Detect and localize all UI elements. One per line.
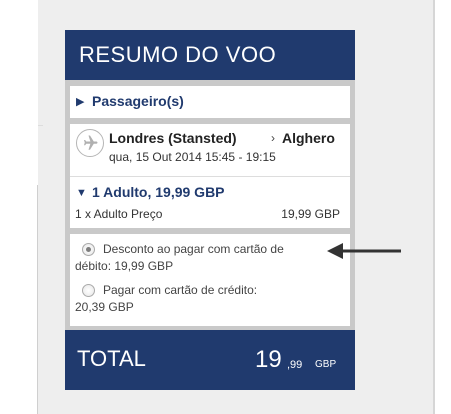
triangle-right-icon: ▶	[76, 96, 85, 108]
passengers-label: Passageiro(s)	[92, 93, 184, 109]
debit-radio[interactable]	[82, 243, 95, 256]
payment-options: Desconto ao pagar com cartão de débito: …	[70, 234, 350, 326]
total-label: TOTAL	[77, 346, 146, 371]
summary-title: RESUMO DO VOO	[79, 42, 277, 67]
credit-option-label[interactable]: Pagar com cartão de crédito:	[103, 282, 257, 298]
plane-icon	[76, 129, 104, 157]
route-chevron-icon: ›	[271, 131, 275, 145]
left-border	[37, 185, 38, 414]
total-amount-decimal: ,99	[287, 359, 303, 371]
scrollbar-edge	[433, 0, 435, 414]
fare-line-label: 1 x Adulto Preço	[75, 207, 163, 221]
fare-toggle[interactable]: 1 Adulto, 19,99 GBP	[92, 184, 225, 200]
flight-datetime: qua, 15 Out 2014 15:45 - 19:15	[109, 150, 276, 164]
total-currency: GBP	[315, 359, 337, 370]
summary-header: RESUMO DO VOO	[65, 30, 355, 80]
arrow-left-icon	[327, 243, 401, 259]
total-amount-integer: 19	[255, 346, 282, 373]
fare-line-price: 19,99 GBP	[281, 207, 340, 221]
passengers-toggle[interactable]: ▶ Passageiro(s)	[70, 86, 350, 118]
total-bar: TOTAL 19 ,99 GBP	[65, 330, 355, 390]
route-origin: Londres (Stansted)	[109, 130, 237, 146]
debit-option-price[interactable]: débito: 19,99 GBP	[75, 258, 173, 274]
route-destination: Alghero	[282, 130, 335, 146]
credit-radio[interactable]	[82, 284, 95, 297]
fare-section: ▼ 1 Adulto, 19,99 GBP 1 x Adulto Preço 1…	[70, 176, 350, 229]
divider	[38, 125, 43, 126]
triangle-down-icon[interactable]: ▼	[76, 187, 87, 199]
credit-option-price[interactable]: 20,39 GBP	[75, 299, 134, 315]
flight-details: Londres (Stansted) › Alghero qua, 15 Out…	[70, 124, 350, 228]
flight-summary-panel: RESUMO DO VOO ▶ Passageiro(s) Londres (S…	[65, 30, 355, 390]
debit-option-label[interactable]: Desconto ao pagar com cartão de	[103, 241, 284, 257]
